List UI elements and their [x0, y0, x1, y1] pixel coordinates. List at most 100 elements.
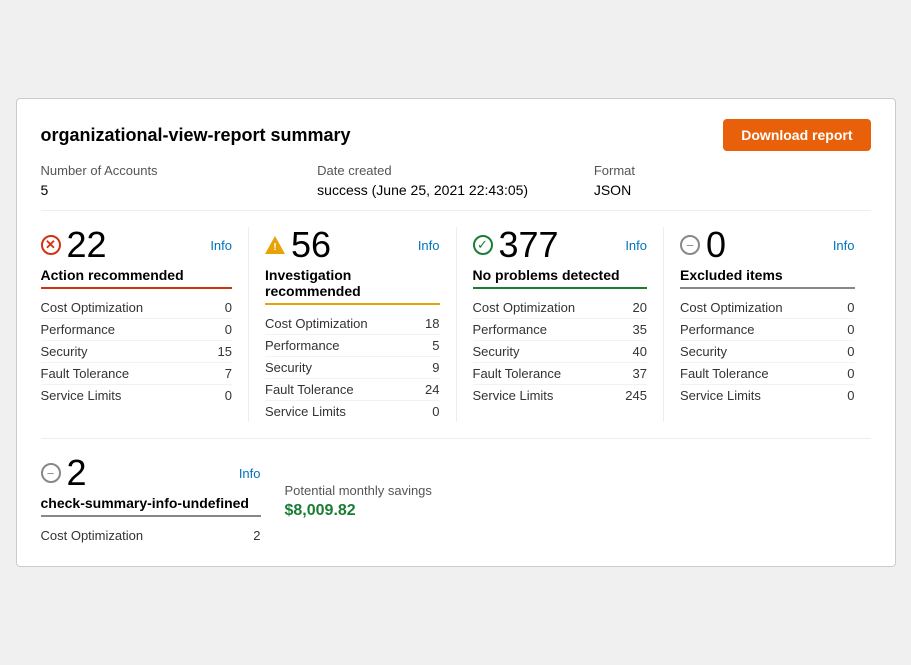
list-item: Security 0 [680, 341, 855, 363]
list-item: Cost Optimization 18 [265, 313, 440, 335]
meta-row: Number of Accounts 5 Date created succes… [41, 163, 871, 211]
bottom-count: 2 [67, 455, 87, 491]
summary-header: − 0 Info [680, 227, 855, 263]
list-item: Security 9 [265, 357, 440, 379]
info-link[interactable]: Info [418, 238, 440, 253]
accounts-label: Number of Accounts [41, 163, 318, 178]
summary-col-gray: − 0 Info Excluded items Cost Optimizatio… [663, 227, 871, 422]
row-value: 15 [218, 344, 232, 359]
excluded-icon: − [41, 463, 61, 483]
info-link[interactable]: Info [833, 238, 855, 253]
accounts-value: 5 [41, 182, 318, 198]
row-value: 0 [225, 388, 232, 403]
date-label: Date created [317, 163, 594, 178]
info-link[interactable]: Info [625, 238, 647, 253]
format-value: JSON [594, 182, 871, 198]
summary-header: ✓ 377 Info [473, 227, 648, 263]
row-value: 24 [425, 382, 439, 397]
row-label: Performance [265, 338, 339, 353]
report-card: organizational-view-report summary Downl… [16, 98, 896, 567]
summary-col-green: ✓ 377 Info No problems detected Cost Opt… [456, 227, 664, 422]
row-value: 9 [432, 360, 439, 375]
list-item: Cost Optimization 2 [41, 525, 261, 546]
summary-title: Investigation recommended [265, 267, 440, 305]
row-label: Cost Optimization [680, 300, 783, 315]
row-label: Fault Tolerance [473, 366, 562, 381]
row-value: 0 [847, 366, 854, 381]
row-label: Security [265, 360, 312, 375]
row-value: 0 [432, 404, 439, 419]
summary-grid: ✕ 22 Info Action recommended Cost Optimi… [41, 227, 871, 439]
row-value: 0 [225, 300, 232, 315]
row-label: Security [680, 344, 727, 359]
info-link[interactable]: Info [210, 238, 232, 253]
list-item: Fault Tolerance 37 [473, 363, 648, 385]
list-item: Security 15 [41, 341, 233, 363]
format-label: Format [594, 163, 871, 178]
summary-count: 0 [706, 227, 726, 263]
list-item: Fault Tolerance 0 [680, 363, 855, 385]
row-value: 20 [633, 300, 647, 315]
list-item: Cost Optimization 0 [41, 297, 233, 319]
summary-title: Action recommended [41, 267, 233, 289]
savings-section: Potential monthly savings $8,009.82 [285, 471, 432, 546]
download-report-button[interactable]: Download report [723, 119, 870, 151]
row-label: Service Limits [265, 404, 346, 419]
savings-value: $8,009.82 [285, 502, 432, 520]
row-value: 7 [225, 366, 232, 381]
summary-col-yellow: ! 56 Info Investigation recommended Cost… [248, 227, 456, 422]
list-item: Cost Optimization 20 [473, 297, 648, 319]
row-label: Performance [680, 322, 754, 337]
list-item: Service Limits 245 [473, 385, 648, 406]
summary-title: No problems detected [473, 267, 648, 289]
date-value: success (June 25, 2021 22:43:05) [317, 182, 594, 198]
row-label: Fault Tolerance [41, 366, 130, 381]
list-item: Performance 35 [473, 319, 648, 341]
list-item: Service Limits 0 [265, 401, 440, 422]
row-value: 0 [847, 322, 854, 337]
format-meta: Format JSON [594, 163, 871, 198]
summary-count: 22 [67, 227, 107, 263]
success-icon: ✓ [473, 235, 493, 255]
row-label: Cost Optimization [265, 316, 368, 331]
row-value: 0 [847, 344, 854, 359]
icon-count-group: − 0 [680, 227, 726, 263]
summary-col-red: ✕ 22 Info Action recommended Cost Optimi… [41, 227, 249, 422]
row-value: 5 [432, 338, 439, 353]
icon-count-group: − 2 [41, 455, 87, 491]
list-item: Security 40 [473, 341, 648, 363]
row-value: 37 [633, 366, 647, 381]
error-icon: ✕ [41, 235, 61, 255]
row-value: 0 [225, 322, 232, 337]
row-value: 18 [425, 316, 439, 331]
header-row: organizational-view-report summary Downl… [41, 119, 871, 151]
row-value: 35 [633, 322, 647, 337]
row-label: Service Limits [680, 388, 761, 403]
list-item: Fault Tolerance 24 [265, 379, 440, 401]
icon-count-group: ! 56 [265, 227, 331, 263]
row-label: Fault Tolerance [680, 366, 769, 381]
row-label: Service Limits [473, 388, 554, 403]
bottom-header: − 2 Info [41, 455, 261, 491]
bottom-col: − 2 Info check-summary-info-undefined Co… [41, 455, 261, 546]
row-label: Cost Optimization [41, 528, 144, 543]
bottom-section: − 2 Info check-summary-info-undefined Co… [41, 455, 871, 546]
date-meta: Date created success (June 25, 2021 22:4… [317, 163, 594, 198]
row-label: Security [473, 344, 520, 359]
row-label: Performance [41, 322, 115, 337]
row-value: 245 [625, 388, 647, 403]
row-label: Fault Tolerance [265, 382, 354, 397]
summary-title: Excluded items [680, 267, 855, 289]
list-item: Service Limits 0 [41, 385, 233, 406]
list-item: Performance 0 [41, 319, 233, 341]
list-item: Cost Optimization 0 [680, 297, 855, 319]
list-item: Service Limits 0 [680, 385, 855, 406]
bottom-title: check-summary-info-undefined [41, 495, 261, 517]
page-title: organizational-view-report summary [41, 125, 351, 146]
row-label: Performance [473, 322, 547, 337]
summary-header: ! 56 Info [265, 227, 440, 263]
row-label: Security [41, 344, 88, 359]
accounts-meta: Number of Accounts 5 [41, 163, 318, 198]
row-value: 40 [633, 344, 647, 359]
bottom-info-link[interactable]: Info [239, 466, 261, 481]
